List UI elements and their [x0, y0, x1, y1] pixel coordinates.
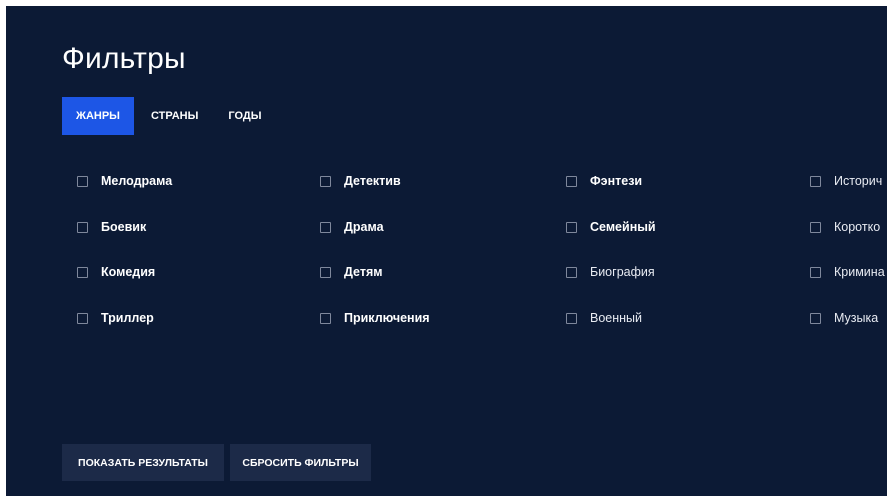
genre-checkbox-historical[interactable]: Историч — [810, 171, 882, 191]
genre-label: Детектив — [344, 174, 401, 188]
genre-checkbox-music[interactable]: Музыка — [810, 308, 878, 328]
checkbox-icon[interactable] — [320, 221, 331, 233]
checkbox-icon[interactable] — [320, 266, 331, 278]
checkbox-icon[interactable] — [320, 175, 331, 187]
checkbox-icon[interactable] — [77, 175, 88, 187]
checkbox-icon[interactable] — [77, 312, 88, 324]
genre-label: Военный — [590, 311, 643, 325]
genre-label: Детям — [344, 265, 383, 279]
checkbox-icon[interactable] — [566, 266, 577, 278]
genre-label: Музыка — [834, 311, 879, 325]
genre-checkbox-grid: Мелодрама Боевик Комедия Триллер Детекти… — [6, 6, 887, 496]
genre-label: Драма — [344, 220, 384, 234]
checkbox-icon[interactable] — [566, 221, 577, 233]
genre-checkbox-kids[interactable]: Детям — [320, 262, 383, 282]
genre-label: Кримина — [834, 265, 885, 279]
genre-checkbox-melodrama[interactable]: Мелодрама — [77, 171, 172, 191]
checkbox-icon[interactable] — [77, 221, 88, 233]
genre-checkbox-crime[interactable]: Кримина — [810, 262, 885, 282]
genre-label: Семейный — [590, 220, 656, 234]
checkbox-icon[interactable] — [810, 266, 821, 278]
genre-label: Мелодрама — [101, 174, 173, 188]
genre-label: Фэнтези — [590, 174, 643, 188]
genre-checkbox-drama[interactable]: Драма — [320, 217, 384, 237]
show-results-label: ПОКАЗАТЬ РЕЗУЛЬТАТЫ — [78, 456, 208, 469]
checkbox-icon[interactable] — [320, 312, 331, 324]
genre-label: Биография — [590, 265, 655, 279]
genre-label: Коротко — [834, 220, 881, 234]
genre-checkbox-detective[interactable]: Детектив — [320, 171, 401, 191]
checkbox-icon[interactable] — [566, 312, 577, 324]
checkbox-icon[interactable] — [566, 175, 577, 187]
genre-label: Историч — [834, 174, 883, 188]
show-results-button[interactable]: ПОКАЗАТЬ РЕЗУЛЬТАТЫ — [62, 444, 224, 481]
genre-checkbox-fantasy[interactable]: Фэнтези — [566, 171, 642, 191]
genre-label: Приключения — [344, 311, 430, 325]
genre-label: Боевик — [101, 220, 147, 234]
genre-label: Комедия — [101, 265, 156, 279]
reset-filters-button[interactable]: СБРОСИТЬ ФИЛЬТРЫ — [230, 444, 371, 481]
genre-checkbox-family[interactable]: Семейный — [566, 217, 656, 237]
filters-panel: Фильтры ЖАНРЫ СТРАНЫ ГОДЫ Мелодрама Боев… — [6, 6, 887, 496]
genre-checkbox-thriller[interactable]: Триллер — [77, 308, 154, 328]
genre-checkbox-action[interactable]: Боевик — [77, 217, 146, 237]
checkbox-icon[interactable] — [77, 266, 88, 278]
genre-checkbox-biography[interactable]: Биография — [566, 262, 655, 282]
genre-checkbox-comedy[interactable]: Комедия — [77, 262, 155, 282]
checkbox-icon[interactable] — [810, 312, 821, 324]
reset-filters-label: СБРОСИТЬ ФИЛЬТРЫ — [242, 456, 359, 469]
checkbox-icon[interactable] — [810, 221, 821, 233]
genre-checkbox-war[interactable]: Военный — [566, 308, 642, 328]
genre-checkbox-adventure[interactable]: Приключения — [320, 308, 430, 328]
genre-checkbox-short[interactable]: Коротко — [810, 217, 880, 237]
genre-label: Триллер — [101, 311, 154, 325]
checkbox-icon[interactable] — [810, 175, 821, 187]
